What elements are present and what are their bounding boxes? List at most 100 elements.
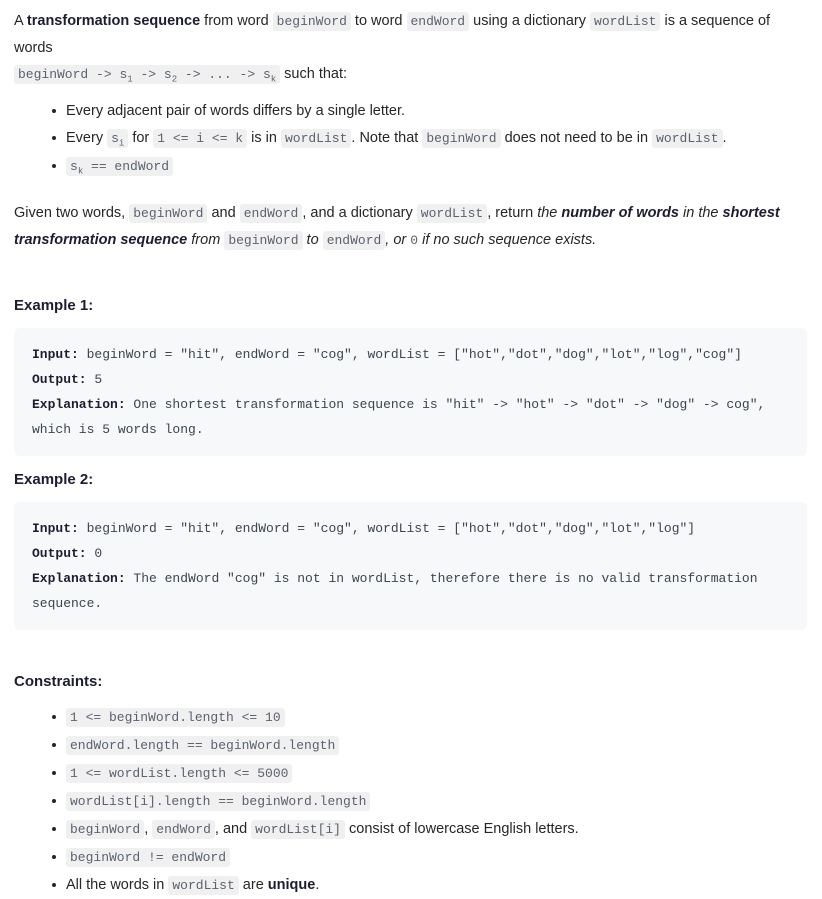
rule-2-b: for bbox=[128, 130, 154, 146]
constraint-2: endWord.length == beginWord.length bbox=[66, 736, 340, 755]
code-beginWord: beginWord bbox=[66, 820, 145, 839]
code-wordList: wordList bbox=[590, 12, 661, 31]
given-c: , and a dictionary bbox=[302, 205, 417, 221]
list-item: endWord.length == beginWord.length bbox=[52, 732, 808, 759]
code-wordList: wordList bbox=[416, 204, 488, 223]
seq-arrow-3: -> bbox=[177, 67, 209, 82]
rule-2-a: Every bbox=[66, 130, 108, 146]
example-2-output-label: Output: bbox=[32, 546, 87, 561]
list-item: sk == endWord bbox=[52, 153, 808, 180]
example-2-heading: Example 2: bbox=[14, 471, 94, 488]
intro-lead-d: using a dictionary bbox=[469, 13, 591, 29]
example-2-explanation-label: Explanation: bbox=[32, 571, 126, 586]
given-em-6: if no such sequence exists. bbox=[418, 232, 597, 248]
example-2-input-label: Input: bbox=[32, 521, 79, 536]
seq-beginWord: beginWord bbox=[18, 67, 89, 82]
example-1-input-label: Input: bbox=[32, 347, 79, 362]
intro-sequence-line: beginWord -> s1 -> s2 -> ... -> sk such … bbox=[14, 61, 808, 88]
code-zero: 0 bbox=[410, 233, 419, 248]
given-em-5: , or bbox=[385, 232, 411, 248]
code-wordList: wordList bbox=[652, 129, 723, 148]
code-beginWord: beginWord bbox=[129, 204, 208, 223]
constraint-5-comma-2: , and bbox=[214, 821, 252, 837]
intro-lead-a: A bbox=[14, 13, 27, 29]
example-1-heading: Example 1: bbox=[14, 297, 94, 314]
example-2-input-value: beginWord = "hit", endWord = "cog", word… bbox=[78, 521, 696, 536]
list-item: wordList[i].length == beginWord.length bbox=[52, 788, 808, 815]
example-1-input-value: beginWord = "hit", endWord = "cog", word… bbox=[78, 347, 742, 362]
seq-arrow-4: -> bbox=[231, 67, 263, 82]
example-2-code-block: Input: beginWord = "hit", endWord = "cog… bbox=[14, 502, 807, 630]
given-em-4: to bbox=[302, 232, 323, 248]
seq-sub-k: k bbox=[270, 74, 277, 85]
problem-description-page: A transformation sequence from word begi… bbox=[0, 0, 822, 899]
example-1-output-label: Output: bbox=[32, 372, 87, 387]
seq-arrow-2: -> bbox=[132, 67, 164, 82]
list-item: beginWord != endWord bbox=[52, 844, 808, 871]
code-beginWord: beginWord bbox=[224, 231, 303, 250]
given-em-1: the bbox=[537, 205, 562, 221]
intro-paragraph: A transformation sequence from word begi… bbox=[14, 8, 808, 61]
rule-2-c: is in bbox=[247, 130, 281, 146]
list-item: beginWord, endWord, and wordList[i] cons… bbox=[52, 816, 808, 843]
given-strong-1: number of words bbox=[561, 205, 679, 221]
code-si: si bbox=[107, 129, 129, 149]
constraint-1: 1 <= beginWord.length <= 10 bbox=[66, 708, 285, 727]
code-endWord: endWord bbox=[406, 12, 470, 31]
rule-2-s: s bbox=[111, 131, 119, 146]
list-item: Every adjacent pair of words differs by … bbox=[52, 98, 808, 124]
given-d: , return bbox=[487, 205, 538, 221]
rule-2-sub: i bbox=[118, 138, 125, 149]
rule-2-d: . Note that bbox=[351, 130, 423, 146]
code-endWord: endWord bbox=[239, 204, 303, 223]
code-endWord: endWord bbox=[322, 231, 386, 250]
rule-2-e: does not need to be in bbox=[500, 130, 653, 146]
seq-dots: ... bbox=[208, 67, 232, 82]
list-item: Every si for 1 <= i <= k is in wordList.… bbox=[52, 125, 808, 152]
list-item: 1 <= beginWord.length <= 10 bbox=[52, 704, 808, 731]
code-wordList: wordList bbox=[168, 876, 239, 895]
seq-arrow-1: -> bbox=[88, 67, 120, 82]
code-range: 1 <= i <= k bbox=[153, 129, 248, 148]
list-item: All the words in wordList are unique. bbox=[52, 872, 808, 899]
intro-lead-f: such that: bbox=[280, 66, 348, 82]
rule-2-f: . bbox=[722, 130, 727, 146]
example-1-code-block: Input: beginWord = "hit", endWord = "cog… bbox=[14, 328, 807, 456]
example-2-output-value: 0 bbox=[86, 546, 103, 561]
constraint-7-c: . bbox=[315, 877, 320, 893]
example-1-explanation-label: Explanation: bbox=[32, 397, 126, 412]
intro-lead-c: to word bbox=[350, 13, 407, 29]
given-a: Given two words, bbox=[14, 205, 130, 221]
constraint-7-b: are bbox=[238, 877, 268, 893]
example-1-output-value: 5 bbox=[86, 372, 103, 387]
code-wordList-index: wordList[i] bbox=[251, 820, 345, 839]
given-em-2: in the bbox=[679, 205, 723, 221]
code-beginWord: beginWord bbox=[272, 12, 351, 31]
rule-3-s: s bbox=[70, 159, 78, 174]
intro-lead-bold: transformation sequence bbox=[26, 13, 201, 29]
code-sk-equals-endWord: sk == endWord bbox=[66, 157, 174, 176]
example-1-explanation-value: One shortest transformation sequence is … bbox=[32, 397, 774, 437]
intro-lead-b: from word bbox=[200, 13, 273, 29]
constraint-3: 1 <= wordList.length <= 5000 bbox=[66, 764, 293, 783]
constraints-list: 1 <= beginWord.length <= 10 endWord.leng… bbox=[14, 704, 808, 899]
list-item: 1 <= wordList.length <= 5000 bbox=[52, 760, 808, 787]
code-wordList: wordList bbox=[280, 129, 352, 148]
constraint-5-tail: consist of lowercase English letters. bbox=[345, 821, 579, 837]
example-2-explanation-value: The endWord "cog" is not in wordList, th… bbox=[32, 571, 766, 611]
seq-s2: s bbox=[163, 67, 172, 82]
rule-3-eq: == endWord bbox=[83, 159, 170, 174]
rule-1-text: Every adjacent pair of words differs by … bbox=[66, 103, 406, 119]
code-sequence-expression: beginWord -> s1 -> s2 -> ... -> sk bbox=[14, 65, 281, 85]
constraint-7-bold: unique bbox=[267, 877, 316, 893]
code-endWord: endWord bbox=[152, 820, 215, 839]
code-beginWord: beginWord bbox=[422, 129, 501, 148]
constraint-4: wordList[i].length == beginWord.length bbox=[66, 792, 371, 811]
given-b: and bbox=[207, 205, 240, 221]
constraint-6: beginWord != endWord bbox=[66, 848, 231, 867]
given-paragraph: Given two words, beginWord and endWord, … bbox=[14, 200, 808, 254]
rules-list: Every adjacent pair of words differs by … bbox=[14, 98, 808, 180]
